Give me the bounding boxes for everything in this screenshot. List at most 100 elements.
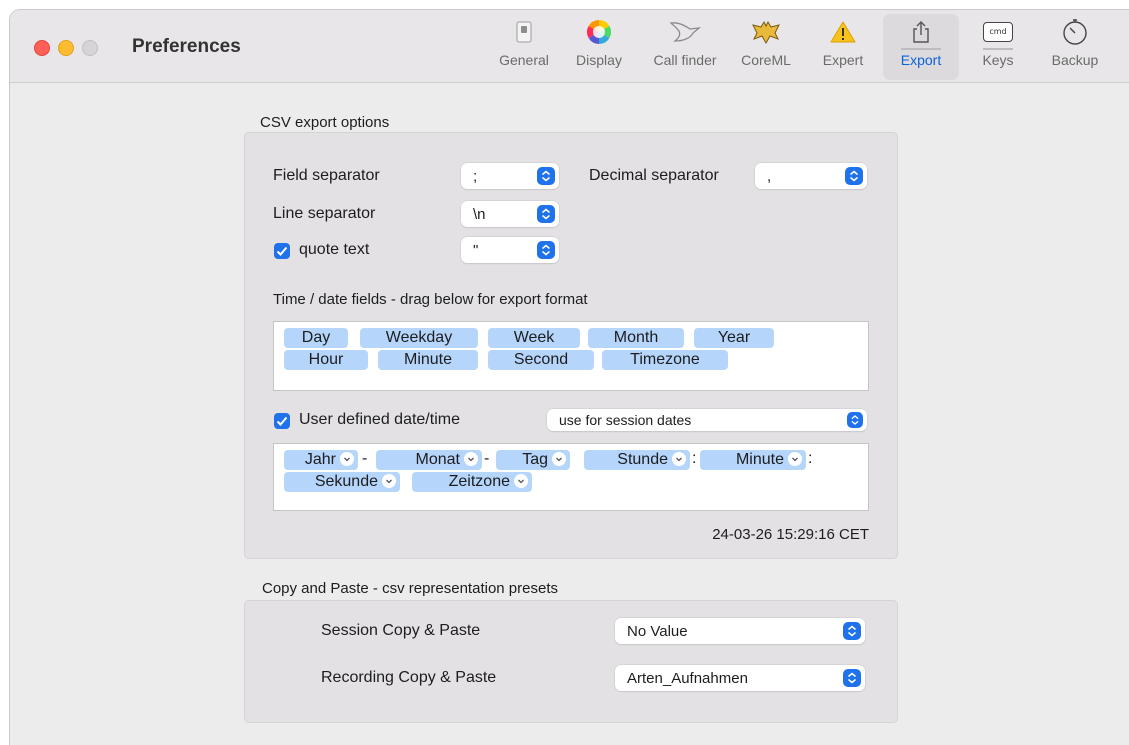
format-separator: : [692,450,697,467]
format-token-label: Monat [415,451,460,468]
token-hour[interactable]: Hour [284,350,368,370]
token-day[interactable]: Day [284,328,348,348]
format-token-label: Tag [522,451,548,468]
zoom-button[interactable] [82,40,98,56]
stepper-chevrons-icon [843,669,861,687]
toolbar-label: CoreML [741,52,791,68]
format-token-label: Sekunde [314,473,378,490]
general-switch-icon [516,14,532,50]
toolbar-item-keys[interactable]: cmd Keys [968,14,1028,80]
recording-copy-paste-popup[interactable]: Arten_Aufnahmen [615,665,865,691]
format-separator: - [484,450,490,467]
toolbar-item-call-finder[interactable]: Call finder [640,14,730,80]
use-for-value: use for session dates [559,412,692,428]
field-separator-popup[interactable]: ; [461,163,559,189]
quote-text-checkbox[interactable] [274,243,290,259]
field-separator-label: Field separator [273,167,380,184]
token-second[interactable]: Second [488,350,594,370]
format-token-stunde[interactable]: Stunde [584,450,690,470]
stepper-chevrons-icon [537,167,555,185]
recording-copy-paste-value: Arten_Aufnahmen [627,670,748,687]
toolbar-item-coreml[interactable]: CoreML [734,14,798,80]
csv-options-box: Field separator ; Decimal separator , Li… [244,132,898,559]
minimize-button[interactable] [58,40,74,56]
format-token-monat[interactable]: Monat [376,450,482,470]
cmd-key-text: cmd [983,22,1013,42]
toolbar-label: Keys [982,52,1014,68]
format-token-minute[interactable]: Minute [700,450,806,470]
decimal-separator-popup[interactable]: , [755,163,867,189]
toolbar-label: Call finder [653,52,717,68]
line-separator-popup[interactable]: \n [461,201,559,227]
timer-icon [1061,14,1089,50]
format-token-jahr[interactable]: Jahr [284,450,358,470]
checkmark-icon [276,416,288,426]
field-separator-value: ; [473,168,478,185]
csv-section-title: CSV export options [260,114,390,131]
window-title: Preferences [132,36,241,57]
line-separator-label: Line separator [273,205,376,222]
toolbar-item-general[interactable]: General [488,14,560,80]
quote-char-value: " [473,242,479,259]
format-token-zeitzone[interactable]: Zeitzone [412,472,532,492]
title-bar: Preferences General Display Call finder … [10,10,1129,83]
toolbar-label: General [499,52,549,68]
chevron-down-icon[interactable] [672,452,686,466]
date-format-token-field[interactable]: Jahr - Monat - Tag Stunde : Minute : Sek… [273,443,869,511]
color-wheel-icon [586,14,612,50]
format-token-label: Jahr [304,451,336,468]
toolbar-item-export[interactable]: Export [883,14,959,80]
chevron-down-icon[interactable] [382,474,396,488]
format-token-label: Zeitzone [448,473,510,490]
preferences-window: Preferences General Display Call finder … [10,10,1129,745]
chevron-down-icon[interactable] [788,452,802,466]
toolbar-item-expert[interactable]: Expert [810,14,876,80]
bat-icon [751,14,781,50]
line-separator-value: \n [473,206,486,223]
quote-text-label: quote text [299,241,370,258]
chevron-down-icon[interactable] [514,474,528,488]
cmd-key-icon: cmd [983,14,1013,50]
toolbar-label: Export [900,52,942,68]
format-token-tag[interactable]: Tag [496,450,570,470]
format-token-sekunde[interactable]: Sekunde [284,472,400,492]
time-fields-label: Time / date fields - drag below for expo… [273,291,588,308]
stepper-chevrons-icon [847,412,863,428]
use-for-popup[interactable]: use for session dates [547,409,867,431]
session-copy-paste-popup[interactable]: No Value [615,618,865,644]
token-weekday[interactable]: Weekday [360,328,478,348]
token-week[interactable]: Week [488,328,580,348]
selection-underline [901,48,941,50]
stepper-chevrons-icon [845,167,863,185]
token-year[interactable]: Year [694,328,774,348]
share-icon [912,14,930,50]
quote-char-popup[interactable]: " [461,237,559,263]
stepper-chevrons-icon [537,205,555,223]
token-month[interactable]: Month [588,328,684,348]
session-copy-paste-value: No Value [627,623,688,640]
chevron-down-icon[interactable] [552,452,566,466]
key-underline [983,48,1013,50]
chevron-down-icon[interactable] [464,452,478,466]
date-preview: 24-03-26 15:29:16 CET [712,526,869,543]
bird-outline-icon [668,14,702,50]
checkmark-icon [276,246,288,256]
recording-copy-paste-label: Recording Copy & Paste [321,669,497,686]
close-button[interactable] [34,40,50,56]
token-minute[interactable]: Minute [378,350,478,370]
stepper-chevrons-icon [843,622,861,640]
format-token-label: Stunde [617,451,668,468]
toolbar-item-display[interactable]: Display [566,14,632,80]
session-copy-paste-label: Session Copy & Paste [321,622,481,639]
format-token-label: Minute [735,451,784,468]
copy-paste-box: Session Copy & Paste No Value Recording … [244,600,898,723]
decimal-separator-value: , [767,168,772,185]
token-timezone[interactable]: Timezone [602,350,728,370]
chevron-down-icon[interactable] [340,452,354,466]
user-defined-checkbox[interactable] [274,413,290,429]
user-defined-label: User defined date/time [299,411,460,428]
toolbar-label: Backup [1051,52,1099,68]
copy-paste-section-title: Copy and Paste - csv representation pres… [262,580,558,597]
toolbar-item-backup[interactable]: Backup [1040,14,1110,80]
time-fields-token-field[interactable]: Day Weekday Week Month Year Hour Minute … [273,321,869,391]
